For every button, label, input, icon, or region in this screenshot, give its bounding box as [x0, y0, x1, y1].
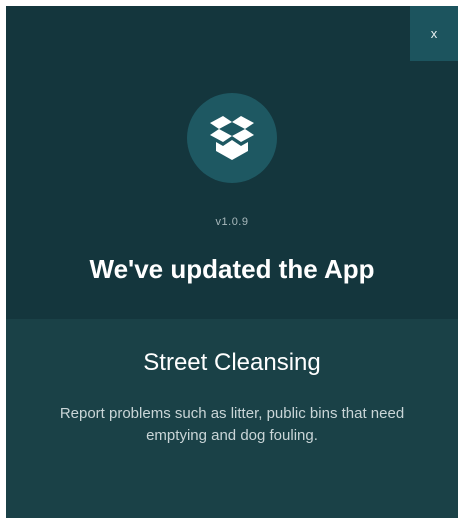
dropbox-box-icon: [210, 116, 254, 160]
modal-header: x v1.0.9 We've updated the App: [6, 6, 458, 319]
app-icon-badge: [187, 93, 277, 183]
close-label: x: [430, 26, 438, 41]
feature-description: Report problems such as litter, public b…: [59, 405, 405, 444]
feature-title: Street Cleansing: [143, 349, 321, 376]
modal-body: Street Cleansing Report problems such as…: [6, 319, 458, 518]
update-modal: x v1.0.9 We've updated the App Street Cl…: [6, 6, 458, 518]
close-button[interactable]: x: [410, 6, 458, 61]
update-headline: We've updated the App: [89, 254, 375, 284]
version-label: v1.0.9: [215, 216, 249, 228]
